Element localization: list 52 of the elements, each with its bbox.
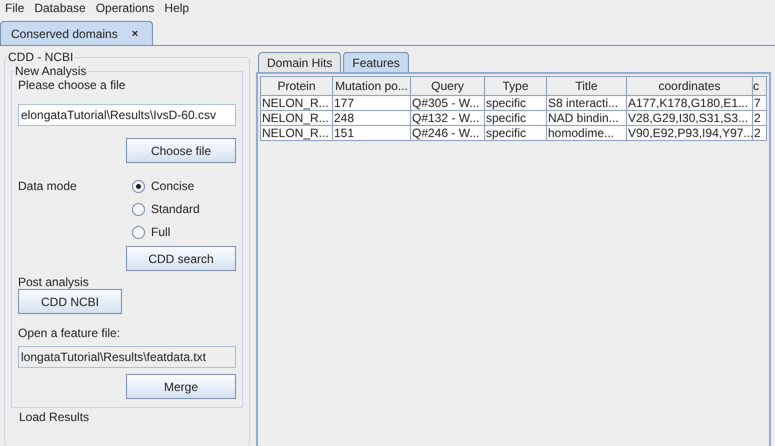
file-path-field[interactable]: elongataTutorial\Results\IvsD-60.csv [18, 104, 236, 126]
table-cell: Q#132 - W... [410, 110, 484, 126]
menu-item[interactable]: Help [159, 1, 194, 15]
table-cell: specific [484, 110, 546, 126]
document-tab[interactable]: Conserved domains × [0, 21, 154, 45]
table-cell: V90,E92,P93,I94,Y97... [626, 126, 752, 140]
data-mode-label: Data mode [18, 179, 77, 195]
table-cell: NELON_R... [260, 110, 332, 126]
table-cell: 177 [332, 96, 410, 110]
table-cell: NELON_R... [260, 96, 332, 110]
table-cell: 151 [332, 126, 410, 140]
radio-label: Concise [151, 179, 194, 193]
radio-button[interactable] [132, 180, 145, 192]
menu-item[interactable]: Operations [90, 1, 160, 15]
radio-button[interactable] [132, 202, 145, 216]
column-header[interactable]: Protein [260, 76, 332, 96]
column-header[interactable]: Title [546, 76, 626, 96]
cdd-search-button[interactable]: CDD search [126, 246, 236, 271]
table-cell: S8 interacti... [546, 96, 626, 110]
table-cell: A177,K178,G180,E1... [626, 96, 752, 110]
group-title: New Analysis [14, 64, 88, 78]
column-header[interactable]: Mutation po... [332, 76, 410, 96]
radio-label: Standard [151, 202, 200, 216]
table-cell: specific [484, 126, 546, 140]
table-cell: homodime... [546, 126, 626, 140]
table-cell: Q#246 - W... [410, 126, 484, 140]
menu-item[interactable]: File [0, 1, 30, 15]
table-cell: V28,G29,I30,S31,S3... [626, 110, 752, 126]
table-cell: specific [484, 96, 546, 110]
column-header[interactable]: c [752, 76, 766, 96]
merge-button[interactable]: Merge [126, 374, 236, 399]
table-cell: 248 [332, 110, 410, 126]
post-analysis-label: Post analysis [18, 275, 90, 289]
column-header[interactable]: coordinates [626, 76, 752, 96]
column-header[interactable]: Type [484, 76, 546, 96]
radio-label: Full [151, 225, 170, 239]
close-icon[interactable]: × [132, 28, 138, 40]
menu-item[interactable]: Database [29, 1, 91, 15]
choose-file-button[interactable]: Choose file [126, 138, 236, 163]
load-results-title: Load Results [19, 410, 90, 424]
feature-path-field[interactable]: longataTutorial\Results\featdata.txt [18, 346, 236, 368]
column-header[interactable]: Query [410, 76, 484, 96]
result-tab[interactable]: Features [343, 52, 409, 72]
result-tab[interactable]: Domain Hits [258, 52, 342, 72]
table-cell: NAD bindin... [546, 110, 626, 126]
panel-title: CDD - NCBI [7, 50, 74, 64]
radio-button[interactable] [132, 226, 145, 238]
table-cell: Q#305 - W... [410, 96, 484, 110]
cdd-ncbi-button[interactable]: CDD NCBI [18, 289, 122, 314]
choose-file-label: Please choose a file [18, 78, 126, 92]
table-cell: NELON_R... [260, 126, 332, 140]
feature-file-label: Open a feature file: [18, 326, 122, 340]
